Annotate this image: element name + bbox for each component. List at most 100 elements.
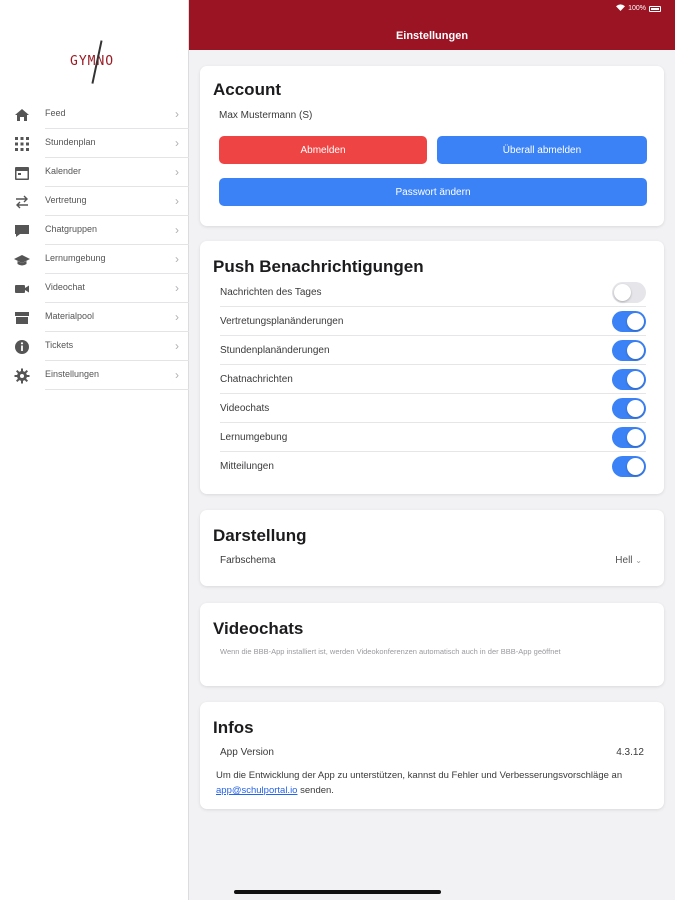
display-title: Darstellung	[213, 526, 307, 545]
toggle-knob	[627, 400, 644, 417]
push-row-label: Mitteilungen	[220, 461, 274, 472]
push-card: Push Benachrichtigungen Nachrichten des …	[200, 241, 664, 494]
push-row-label: Stundenplanänderungen	[220, 345, 330, 356]
toggle-knob	[627, 458, 644, 475]
push-toggle[interactable]	[612, 398, 646, 419]
push-row-vertretung: Vertretungsplanänderungen	[200, 307, 664, 336]
chevron-right-icon: ›	[175, 310, 179, 324]
account-title: Account	[213, 80, 281, 99]
calendar-icon	[14, 165, 30, 181]
divider	[45, 389, 189, 390]
video-camera-icon	[14, 281, 30, 297]
graduation-cap-icon	[14, 252, 30, 268]
push-row-chat: Chatnachrichten	[200, 365, 664, 394]
battery-icon	[649, 5, 661, 12]
sidebar-item-label: Tickets	[45, 340, 74, 350]
logout-all-button[interactable]: Überall abmelden	[437, 136, 647, 164]
sidebar-item-label: Einstellungen	[45, 369, 100, 379]
chat-bubble-icon	[14, 223, 30, 239]
infos-title: Infos	[213, 718, 254, 737]
support-text: Um die Entwicklung der App zu unterstütz…	[216, 768, 636, 798]
sidebar-item-einstellungen[interactable]: Einstellungen ›	[0, 361, 189, 390]
toggle-knob	[627, 371, 644, 388]
chevron-down-icon: ⌄	[635, 556, 642, 565]
color-scheme-select[interactable]: Hell ⌄	[615, 555, 642, 566]
change-password-button[interactable]: Passwort ändern	[219, 178, 647, 206]
sidebar-item-label: Stundenplan	[45, 137, 96, 147]
toggle-knob	[614, 284, 631, 301]
push-toggle[interactable]	[612, 311, 646, 332]
sidebar-item-label: Kalender	[45, 166, 82, 176]
push-toggle[interactable]	[612, 427, 646, 448]
app-logo: GYMNO	[66, 40, 130, 84]
sidebar-item-label: Vertretung	[45, 195, 87, 205]
sidebar-item-stundenplan[interactable]: Stundenplan ›	[0, 129, 189, 158]
push-row-stundenplan: Stundenplanänderungen	[200, 336, 664, 365]
account-card: Account Max Mustermann (S) Abmelden Über…	[200, 66, 664, 226]
support-text-before: Um die Entwicklung der App zu unterstütz…	[216, 770, 623, 781]
chevron-right-icon: ›	[175, 368, 179, 382]
videochats-description: Wenn die BBB-App installiert ist, werden…	[220, 647, 561, 656]
push-toggle[interactable]	[612, 340, 646, 361]
sidebar-item-materialpool[interactable]: Materialpool ›	[0, 303, 189, 332]
toggle-knob	[627, 429, 644, 446]
sidebar-item-label: Feed	[45, 108, 66, 118]
wifi-icon	[616, 4, 626, 13]
chevron-right-icon: ›	[175, 281, 179, 295]
videochats-card: Videochats Wenn die BBB-App installiert …	[200, 603, 664, 686]
push-row-label: Lernumgebung	[220, 432, 288, 443]
push-row-label: Chatnachrichten	[220, 374, 293, 385]
push-title: Push Benachrichtigungen	[213, 257, 424, 276]
videochats-title: Videochats	[213, 619, 304, 638]
push-row-label: Nachrichten des Tages	[220, 287, 322, 298]
chevron-right-icon: ›	[175, 223, 179, 237]
push-toggle[interactable]	[612, 456, 646, 477]
color-scheme-value: Hell	[615, 555, 633, 566]
push-row-videochats: Videochats	[200, 394, 664, 423]
grid-icon	[14, 136, 30, 152]
info-circle-icon	[14, 339, 30, 355]
support-text-after: senden.	[300, 785, 334, 796]
push-toggle[interactable]	[612, 369, 646, 390]
toggle-knob	[627, 313, 644, 330]
sidebar-item-feed[interactable]: Feed ›	[0, 100, 189, 129]
push-row-mitteilungen: Mitteilungen	[200, 452, 664, 481]
sidebar-item-label: Videochat	[45, 282, 85, 292]
app-version-label: App Version	[220, 747, 274, 758]
toggle-knob	[627, 342, 644, 359]
chevron-right-icon: ›	[175, 136, 179, 150]
sidebar: GYMNO Feed › Stundenplan › Kalender › Ve…	[0, 0, 189, 900]
push-row-label: Vertretungsplanänderungen	[220, 316, 344, 327]
chevron-right-icon: ›	[175, 165, 179, 179]
infos-card: Infos App Version 4.3.12 Um die Entwickl…	[200, 702, 664, 809]
sidebar-item-label: Lernumgebung	[45, 253, 106, 263]
chevron-right-icon: ›	[175, 339, 179, 353]
sidebar-item-tickets[interactable]: Tickets ›	[0, 332, 189, 361]
chevron-right-icon: ›	[175, 194, 179, 208]
display-card: Darstellung Farbschema Hell ⌄	[200, 510, 664, 586]
sidebar-item-kalender[interactable]: Kalender ›	[0, 158, 189, 187]
home-icon	[14, 107, 30, 123]
home-indicator[interactable]	[234, 890, 441, 894]
status-bar: 100%	[616, 4, 661, 13]
color-scheme-label: Farbschema	[220, 555, 276, 566]
support-email-link[interactable]: app@schulportal.io	[216, 785, 297, 796]
sidebar-item-label: Materialpool	[45, 311, 95, 321]
push-row-lernumgebung: Lernumgebung	[200, 423, 664, 452]
chevron-right-icon: ›	[175, 252, 179, 266]
swap-arrows-icon	[14, 194, 30, 210]
gear-icon	[14, 368, 30, 384]
push-toggle[interactable]	[612, 282, 646, 303]
sidebar-item-vertretung[interactable]: Vertretung ›	[0, 187, 189, 216]
header-bar: 100% Einstellungen	[189, 0, 675, 50]
sidebar-item-lernumgebung[interactable]: Lernumgebung ›	[0, 245, 189, 274]
logo-text: GYMNO	[70, 54, 115, 69]
push-row-nachrichten: Nachrichten des Tages	[200, 278, 664, 307]
account-user: Max Mustermann (S)	[219, 110, 313, 121]
sidebar-item-chatgruppen[interactable]: Chatgruppen ›	[0, 216, 189, 245]
sidebar-item-videochat[interactable]: Videochat ›	[0, 274, 189, 303]
chevron-right-icon: ›	[175, 107, 179, 121]
push-row-label: Videochats	[220, 403, 270, 414]
logout-button[interactable]: Abmelden	[219, 136, 427, 164]
battery-percent: 100%	[628, 5, 646, 12]
